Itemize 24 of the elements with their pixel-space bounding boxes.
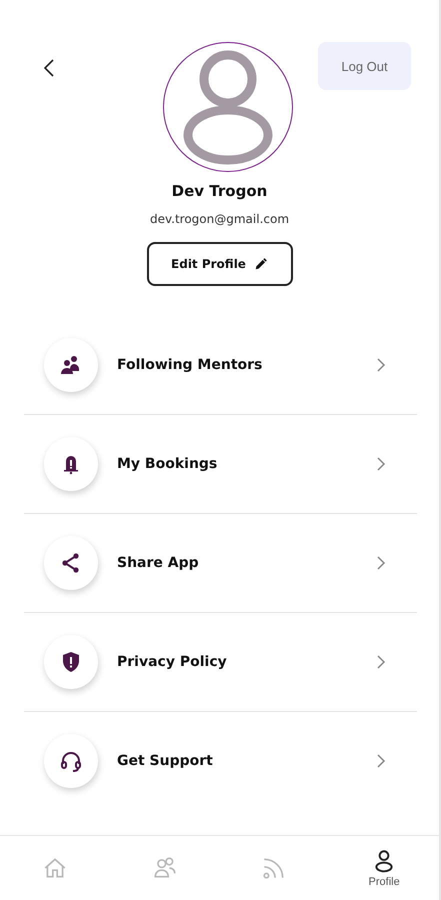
menu-item[interactable]: Share App — [24, 514, 417, 613]
menu-item[interactable]: Privacy Policy — [24, 613, 417, 712]
user-name: Dev Trogon — [172, 182, 268, 200]
menu-item[interactable]: Following Mentors — [24, 316, 417, 415]
chevron-right-icon — [375, 556, 387, 570]
back-button[interactable] — [44, 59, 54, 77]
chevron-left-icon — [44, 59, 54, 77]
menu-label: Privacy Policy — [117, 654, 228, 670]
edit-profile-button[interactable]: Edit Profile — [146, 242, 292, 286]
menu-label: Following Mentors — [117, 357, 264, 373]
menu-label: Share App — [117, 555, 200, 571]
menu-item[interactable]: Get Support — [24, 712, 417, 810]
menu-label: Get Support — [117, 753, 214, 769]
headset-icon — [59, 749, 83, 773]
chevron-right-icon — [375, 457, 387, 471]
logout-button[interactable]: Log Out — [318, 42, 411, 90]
user-email: dev.trogon@gmail.com — [150, 212, 290, 226]
chevron-right-icon — [375, 655, 387, 669]
menu-item[interactable]: My Bookings — [24, 415, 417, 514]
nav-tab[interactable]: Profile — [329, 836, 439, 900]
chevron-right-icon — [375, 754, 387, 768]
chevron-right-icon — [375, 358, 387, 372]
menu-label: My Bookings — [117, 456, 218, 472]
pencil-icon — [254, 257, 268, 271]
